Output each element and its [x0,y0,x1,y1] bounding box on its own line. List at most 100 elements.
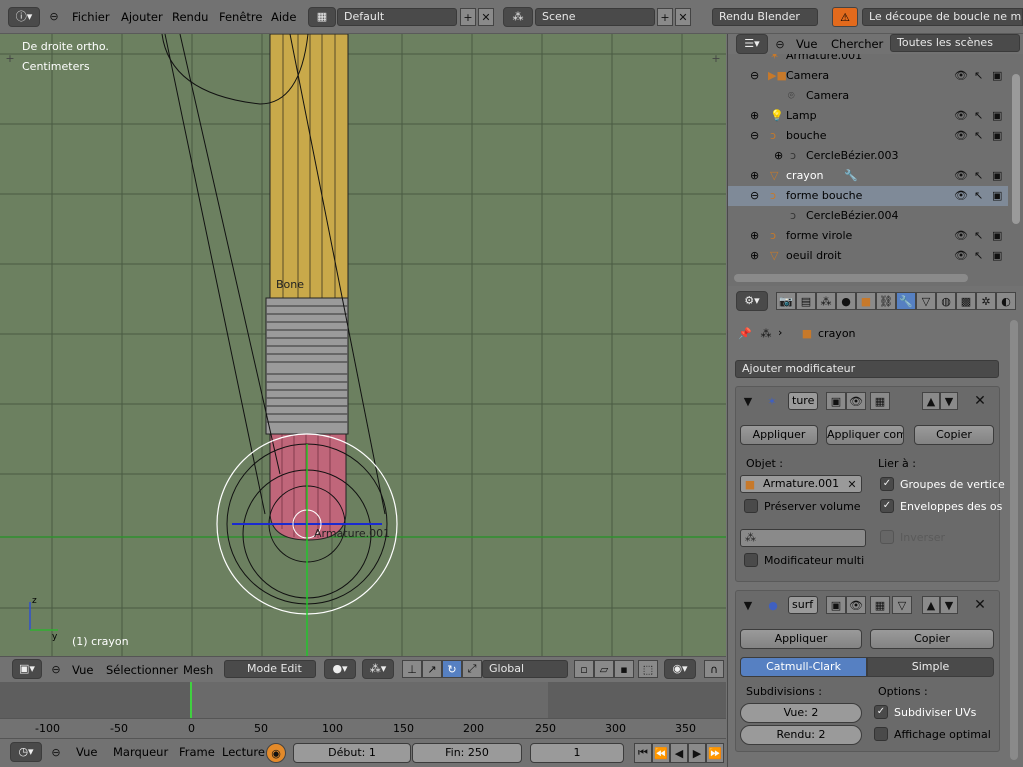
eye-icon[interactable]: 👁 [954,66,968,86]
apply-button[interactable]: Appliquer [740,629,862,649]
play-reverse-icon[interactable]: ◀ [670,743,688,763]
cursor-icon[interactable]: ↖ [974,166,983,186]
cursor-icon[interactable]: ↖ [974,126,983,146]
view-levels-field[interactable]: Vue: 2 [740,703,862,723]
modifier-name-field[interactable]: ture [788,392,818,410]
data-tab-icon[interactable]: ▽ [916,292,936,310]
expand-icon[interactable]: ⊕ [750,226,759,246]
render-levels-field[interactable]: Rendu: 2 [740,725,862,745]
copy-button[interactable]: Copier [870,629,994,649]
collapse-icon[interactable]: ⊖ [750,126,759,146]
vertex-groups-checkbox[interactable]: ✓ [880,477,894,491]
cursor-icon[interactable]: ↖ [974,66,983,86]
current-frame-field[interactable]: 1 [530,743,624,763]
prev-keyframe-icon[interactable]: ⏪ [652,743,670,763]
editor-type-3d-button[interactable]: ▣▾ [12,659,42,679]
add-modifier-select[interactable]: Ajouter modificateur [735,360,999,378]
remove-scene-icon[interactable]: ✕ [675,8,691,26]
menu-render[interactable]: Rendu [172,10,208,24]
apply-as-shape-button[interactable]: Appliquer com [826,425,904,445]
outliner-hscrollbar[interactable] [734,274,968,282]
vertex-group-field[interactable]: ⁂ [740,529,866,547]
menu-playback[interactable]: Lecture [222,745,265,759]
pencil-body[interactable] [269,34,349,299]
outliner-scrollbar[interactable] [1012,74,1020,224]
manipulator-icon[interactable]: ⊥ [402,660,422,678]
render-toggle-icon[interactable]: ▣ [826,596,846,614]
display-mode-select[interactable]: Toutes les scènes [890,34,1020,52]
menu-help[interactable]: Aide [271,10,296,24]
layout-field[interactable]: Default [337,8,457,26]
menu-select[interactable]: Sélectionner [106,663,178,677]
vertex-select-icon[interactable]: ▫ [574,660,594,678]
collapse-menu-icon[interactable]: ⊖ [50,746,62,759]
limit-selection-icon[interactable]: ⬚ [638,660,658,678]
apply-button[interactable]: Appliquer [740,425,818,445]
move-down-icon[interactable]: ▼ [940,596,958,614]
particles-tab-icon[interactable]: ✲ [976,292,996,310]
menu-window[interactable]: Fenêtre [219,10,262,24]
collapse-icon[interactable]: ⊖ [750,186,759,206]
expand-icon[interactable]: ⊕ [750,166,759,186]
menu-timeline-view[interactable]: Vue [76,745,97,759]
layers-tab-icon[interactable]: ▤ [796,292,816,310]
play-icon[interactable]: ▶ [688,743,706,763]
cage-toggle-icon[interactable]: ▦ [870,392,890,410]
move-up-icon[interactable]: ▲ [922,596,940,614]
end-frame-field[interactable]: Fin: 250 [412,743,522,763]
eye-icon[interactable]: 👁 [954,246,968,266]
current-frame-line[interactable] [190,682,192,718]
screen-layout-icon[interactable]: ▦ [308,7,336,27]
modifiers-tab-icon[interactable]: 🔧 [896,292,916,310]
render-icon[interactable]: ▣ [992,106,1002,126]
move-up-icon[interactable]: ▲ [922,392,940,410]
panel-collapse-icon[interactable]: ▼ [742,599,754,612]
jump-start-icon[interactable]: ⏮ [634,743,652,763]
eye-icon[interactable]: 👁 [954,106,968,126]
bone-envelopes-checkbox[interactable]: ✓ [880,499,894,513]
scale-icon[interactable]: ⤢ [462,660,482,678]
armature-object-field[interactable]: Armature.001 [740,475,862,493]
proportional-edit-button[interactable]: ◉▾ [664,659,696,679]
collapse-icon[interactable]: ⊖ [750,66,759,86]
translate-icon[interactable]: ↗ [422,660,442,678]
rotate-icon[interactable]: ↻ [442,660,462,678]
world-tab-icon[interactable]: ● [836,292,856,310]
orientation-select[interactable]: Global [482,660,568,678]
menu-add[interactable]: Ajouter [121,10,163,24]
next-keyframe-icon[interactable]: ⏩ [706,743,724,763]
editor-type-info-button[interactable]: ⓘ▾ [8,7,40,27]
scene-tab-icon[interactable]: ⁂ [816,292,836,310]
collapse-menu-icon[interactable]: ⊖ [774,38,786,51]
face-select-icon[interactable]: ▪ [614,660,634,678]
collapse-menu-icon[interactable]: ⊖ [50,663,62,676]
menu-search[interactable]: Chercher [831,37,883,51]
multi-modifier-checkbox[interactable] [744,553,758,567]
expand-icon[interactable]: ⊕ [774,146,783,166]
editor-type-timeline-button[interactable]: ◷▾ [10,742,42,762]
catmull-clark-toggle[interactable]: Catmull-Clark [740,657,867,677]
render-icon[interactable]: ▣ [992,66,1002,86]
pin-icon[interactable]: 📌 [738,326,752,340]
menu-view[interactable]: Vue [72,663,93,677]
eye-icon[interactable]: 👁 [954,126,968,146]
cursor-icon[interactable]: ↖ [974,226,983,246]
toolshelf-plus-icon[interactable]: + [4,52,16,65]
remove-modifier-icon[interactable]: ✕ [972,393,988,409]
expand-icon[interactable]: ⊕ [750,246,759,266]
panel-collapse-icon[interactable]: ▼ [742,395,754,408]
viewport-canvas[interactable] [0,34,726,656]
texture-tab-icon[interactable]: ▩ [956,292,976,310]
subdivide-uvs-checkbox[interactable]: ✓ [874,705,888,719]
expand-icon[interactable]: ⊕ [750,106,759,126]
menu-frame[interactable]: Frame [179,745,215,759]
properties-scrollbar[interactable] [1010,320,1018,760]
edge-select-icon[interactable]: ▱ [594,660,614,678]
menu-file[interactable]: Fichier [72,10,110,24]
object-tab-icon[interactable]: ■ [856,292,876,310]
copy-button[interactable]: Copier [914,425,994,445]
menu-outliner-view[interactable]: Vue [796,37,817,51]
editmode-toggle-icon[interactable]: ▣ [826,392,846,410]
cursor-icon[interactable]: ↖ [974,246,983,266]
pivot-button[interactable]: ⁂▾ [362,659,394,679]
